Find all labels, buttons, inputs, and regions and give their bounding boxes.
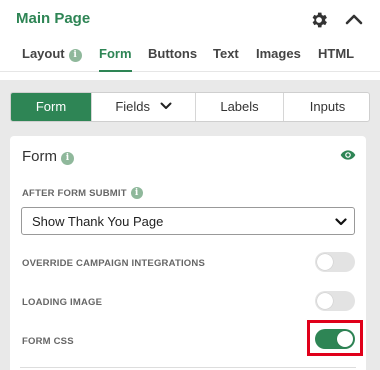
subtab-labels[interactable]: Labels <box>195 93 283 121</box>
tab-images[interactable]: Images <box>256 46 301 72</box>
tab-label: Layout <box>22 46 65 61</box>
info-icon[interactable]: i <box>61 152 74 165</box>
tab-label: Form <box>99 46 132 61</box>
card-title: Form i <box>22 148 74 165</box>
tab-layout[interactable]: Layout i <box>22 46 82 72</box>
subtab-label: Labels <box>220 99 259 114</box>
override-integrations-toggle[interactable] <box>315 252 355 272</box>
tab-html[interactable]: HTML <box>318 46 354 72</box>
after-submit-label-text: AFTER FORM SUBMIT <box>22 188 127 199</box>
after-submit-select[interactable]: Show Thank You Page <box>21 207 355 235</box>
subtab-bar: Form Fields Labels Inputs <box>10 92 370 122</box>
loading-image-label: LOADING IMAGE <box>22 297 103 308</box>
select-value: Show Thank You Page <box>32 214 164 229</box>
tab-label: Images <box>256 46 301 61</box>
tab-text[interactable]: Text <box>213 46 239 72</box>
eye-icon[interactable] <box>340 148 356 162</box>
tab-form[interactable]: Form <box>99 46 132 72</box>
toggle-knob <box>317 254 333 270</box>
panel-header: Main Page <box>0 0 380 38</box>
subtab-inputs[interactable]: Inputs <box>283 93 369 121</box>
subtab-label: Fields <box>115 99 151 114</box>
form-settings-card: Form i AFTER FORM SUBMIT i Show Thank You … <box>10 136 366 370</box>
card-title-text: Form <box>22 148 57 165</box>
tab-label: Text <box>213 46 239 61</box>
toggle-knob <box>317 293 333 309</box>
chevron-down-icon <box>160 102 172 109</box>
chevron-up-icon[interactable] <box>344 11 364 27</box>
tab-buttons[interactable]: Buttons <box>148 46 197 72</box>
page-title: Main Page <box>16 10 91 27</box>
highlight-box <box>307 320 363 356</box>
info-icon[interactable]: i <box>68 49 82 62</box>
subtab-form[interactable]: Form <box>11 93 91 121</box>
info-icon[interactable]: i <box>130 187 143 199</box>
divider <box>20 367 356 368</box>
loading-image-toggle[interactable] <box>315 291 355 311</box>
override-integrations-label: OVERRIDE CAMPAIGN INTEGRATIONS <box>22 258 205 269</box>
main-tabs: Layout i Form Buttons Text Images HTML <box>0 38 380 72</box>
subtab-label: Inputs <box>309 99 346 114</box>
gear-icon[interactable] <box>309 10 329 30</box>
after-submit-label: AFTER FORM SUBMIT i <box>22 187 143 199</box>
subtab-label: Form <box>35 99 67 114</box>
subtab-fields[interactable]: Fields <box>91 93 195 121</box>
form-css-label: FORM CSS <box>22 336 74 347</box>
chevron-down-icon <box>335 218 347 226</box>
tab-label: Buttons <box>148 46 198 61</box>
tab-label: HTML <box>318 46 355 61</box>
